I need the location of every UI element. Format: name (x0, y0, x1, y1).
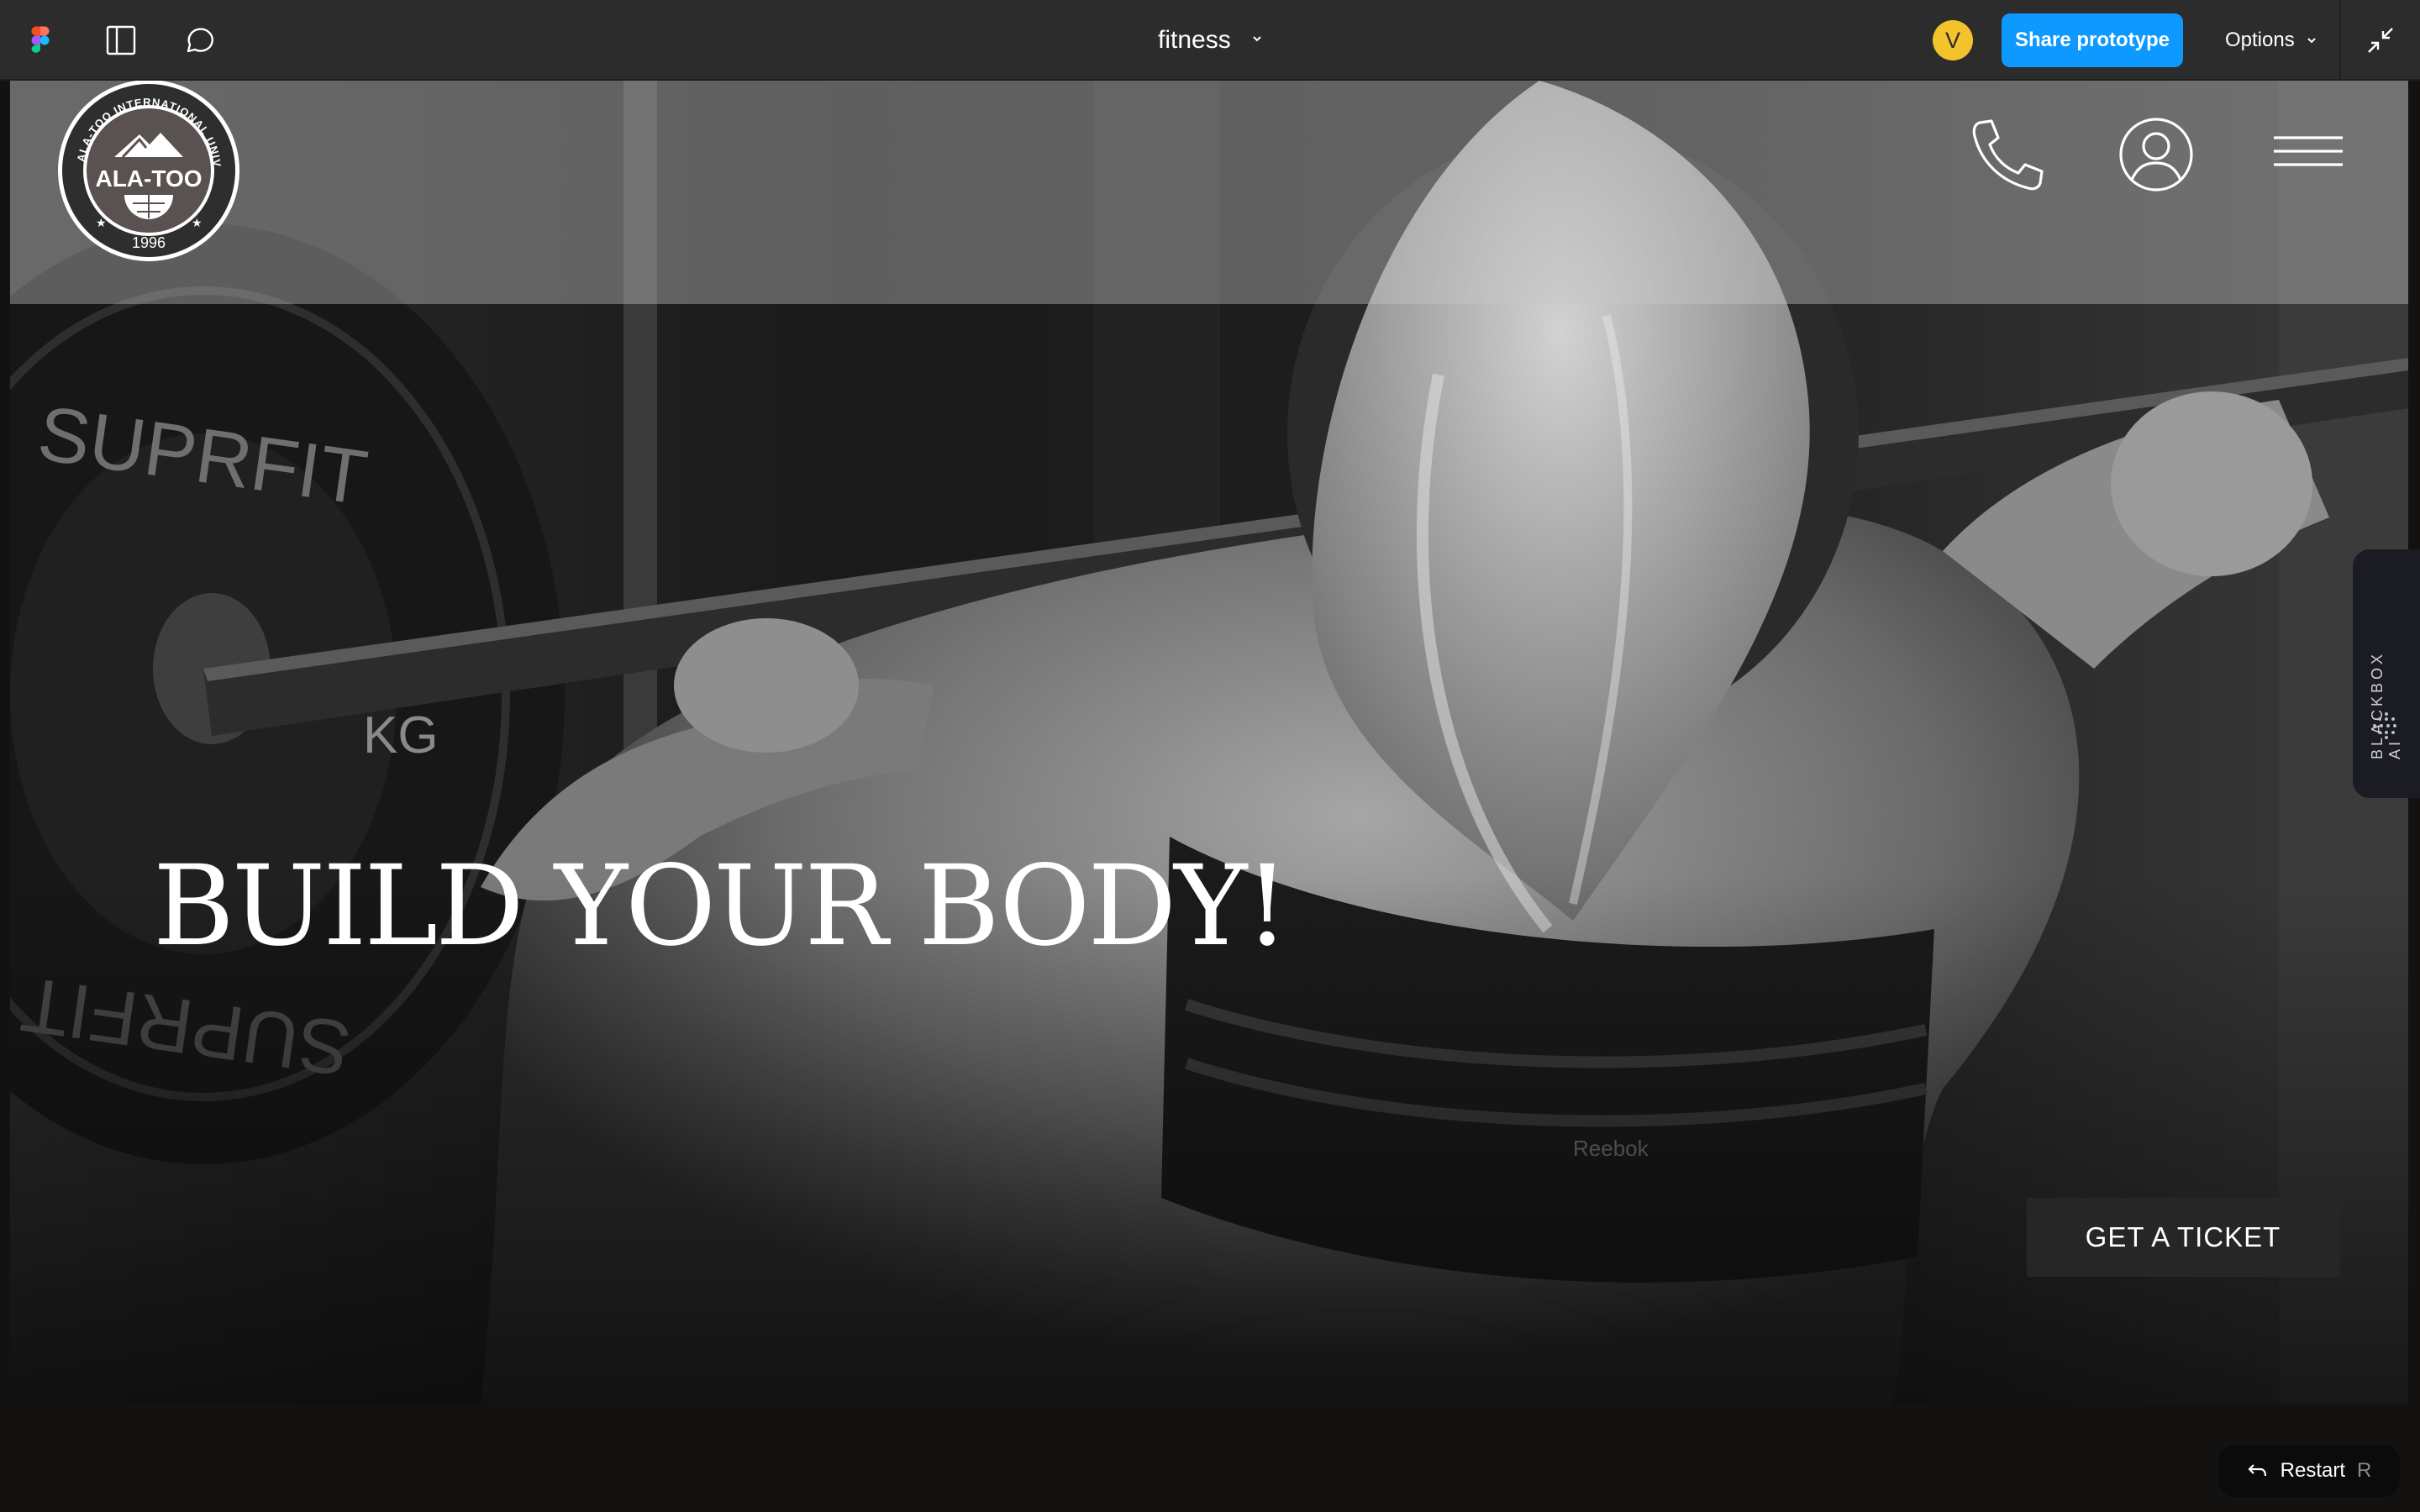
logo-star-left: ★ (96, 216, 107, 229)
restart-label: Restart (2280, 1459, 2345, 1482)
logo-star-right: ★ (192, 216, 203, 229)
share-prototype-button[interactable]: Share prototype (2002, 13, 2183, 67)
logo-name: ALA-TOO (95, 165, 202, 192)
avatar[interactable]: V (1933, 20, 1973, 60)
user-icon[interactable] (2118, 116, 2195, 193)
file-name[interactable]: fitness (1158, 24, 1231, 57)
figma-toolbar: fitness V Share prototype Options (0, 0, 2420, 81)
collapse-icon[interactable] (2339, 0, 2420, 81)
back-arrow-icon (2248, 1464, 2266, 1477)
options-button[interactable]: Options (2225, 13, 2318, 67)
chevron-down-icon (2307, 38, 2316, 44)
figma-logo-icon[interactable] (25, 0, 55, 81)
options-label: Options (2225, 29, 2295, 51)
blackbox-ai-tab[interactable]: BLACKBOX AI (2353, 549, 2420, 798)
prototype-frame: SUPRFIT KG SUPRFIT Reebok ALA-TOO INTERN… (10, 81, 2408, 1404)
comment-icon[interactable] (180, 0, 220, 81)
phone-icon[interactable] (1968, 116, 2045, 193)
university-logo[interactable]: ALA-TOO INTERNATIONAL UNIVERSITY ALA-TOO… (55, 81, 242, 264)
dots-icon (2373, 712, 2396, 739)
restart-shortcut: R (2357, 1459, 2372, 1482)
panel-icon[interactable] (103, 0, 139, 81)
canvas-bottom-area (0, 1404, 2420, 1512)
menu-icon[interactable] (2272, 129, 2344, 180)
site-header (10, 81, 2408, 304)
get-ticket-button[interactable]: GET A TICKET (2027, 1198, 2339, 1277)
hero-title: BUILD YOUR BODY! (153, 842, 1289, 971)
logo-year: 1996 (132, 234, 166, 251)
restart-button[interactable]: Restart R (2218, 1445, 2400, 1497)
chevron-down-icon[interactable] (1250, 32, 1264, 50)
